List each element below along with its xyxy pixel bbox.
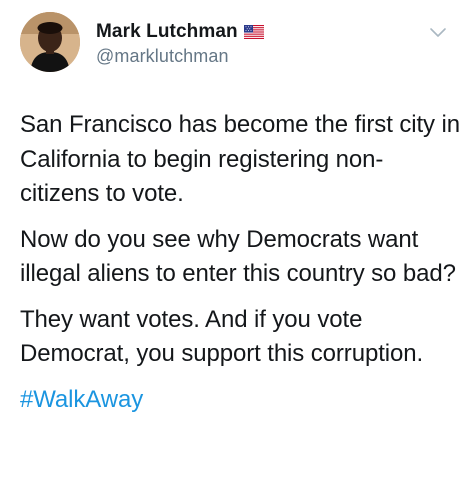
avatar[interactable] [20,12,80,72]
avatar-photo [20,12,80,72]
tweet-card: Mark Lutchman @marklutchman San Francisc… [0,0,467,500]
author-names: Mark Lutchman @marklutchman [96,20,264,67]
display-name-row: Mark Lutchman [96,20,264,44]
us-flag-icon [243,25,264,39]
tweet-header: Mark Lutchman @marklutchman [20,10,447,80]
chevron-down-icon[interactable] [429,26,447,40]
tweet-text: San Francisco has become the first city … [20,108,460,417]
tweet-paragraph: Now do you see why Democrats want illega… [20,225,456,288]
hashtag-link[interactable]: #WalkAway [20,383,143,418]
handle[interactable]: @marklutchman [96,46,264,67]
display-name[interactable]: Mark Lutchman [96,21,238,43]
tweet-paragraph: They want votes. And if you vote Democra… [20,305,424,368]
tweet-paragraph: San Francisco has become the first city … [20,111,460,207]
